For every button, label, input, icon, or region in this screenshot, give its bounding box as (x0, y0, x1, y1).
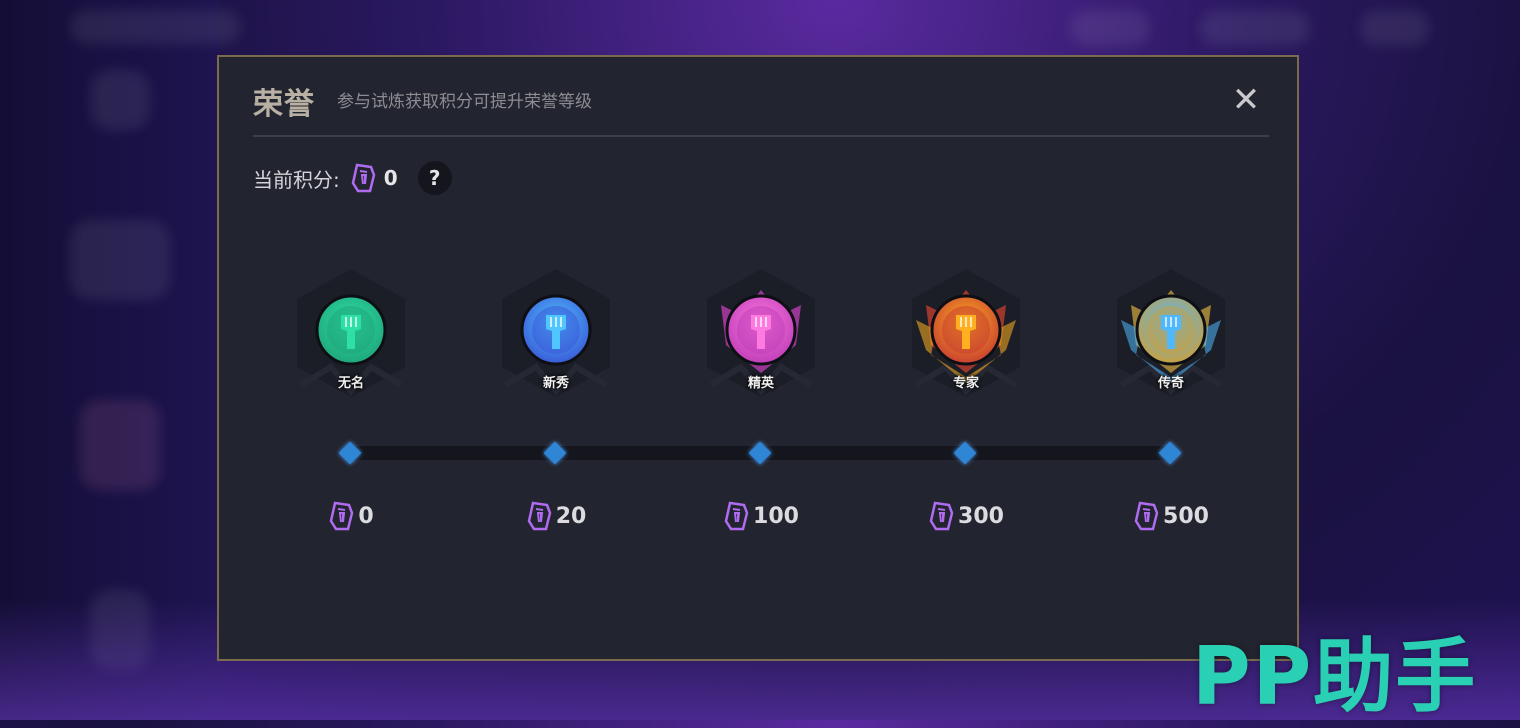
background-blur-shape (90, 70, 150, 130)
tier-marker (338, 441, 362, 465)
trophy-point-icon (929, 501, 954, 531)
trophy-point-icon (724, 501, 749, 531)
tier-emblem-icon (916, 290, 1016, 383)
background-blur-shape (70, 220, 170, 300)
tier-item[interactable]: 传奇 500 (1091, 267, 1251, 537)
trophy-point-icon (1134, 501, 1159, 531)
background-blur-shape (70, 10, 240, 44)
tier-requirement: 300 (886, 501, 1046, 531)
tier-requirement: 500 (1091, 501, 1251, 531)
current-score-label: 当前积分: (253, 167, 340, 192)
tier-requirement: 100 (681, 501, 841, 531)
tier-requirement: 0 (271, 501, 431, 531)
tier-item[interactable]: 无名 0 (271, 267, 431, 537)
question-icon: ? (428, 166, 441, 190)
tier-marker (543, 441, 567, 465)
tier-marker (1158, 441, 1182, 465)
tier-requirement: 20 (476, 501, 636, 531)
tier-emblem-icon (1121, 290, 1221, 383)
watermark: PP助手 (1192, 630, 1478, 723)
background-blur-shape (1200, 10, 1310, 46)
tier-requirement-value: 0 (358, 503, 374, 529)
trophy-point-icon (351, 163, 376, 193)
trophy-point-icon (330, 501, 354, 531)
tier-requirement-value: 20 (555, 503, 587, 529)
tier-marker (953, 441, 977, 465)
tier-name: 无名 (337, 376, 364, 391)
help-button[interactable]: ? (417, 161, 452, 195)
dialog-title: 荣誉 (253, 87, 315, 122)
trophy-point-icon (527, 501, 551, 531)
tier-name: 传奇 (1157, 376, 1184, 391)
background-blur-shape (80, 400, 160, 490)
tier-name: 精英 (747, 376, 774, 391)
tier-item[interactable]: 精英 100 (681, 267, 841, 537)
tier-requirement-value: 300 (958, 503, 1004, 529)
tier-emblem-icon (721, 290, 801, 373)
background-blur-shape (1070, 10, 1150, 46)
current-score-value: 0 (383, 166, 398, 190)
tier-requirement-value: 500 (1163, 503, 1209, 529)
background-blur-shape (1360, 10, 1430, 46)
tier-marker (748, 441, 772, 465)
dialog-subtitle: 参与试炼获取积分可提升荣誉等级 (337, 92, 592, 112)
close-icon: ✕ (1231, 80, 1261, 120)
tier-emblem-icon (520, 294, 592, 366)
tier-item[interactable]: 专家 300 (886, 267, 1046, 537)
honor-dialog: 荣誉 参与试炼获取积分可提升荣誉等级 ✕ 当前积分: 0 ? 无名 0 新秀 20 精英… (217, 55, 1299, 661)
current-score-row: 当前积分: 0 ? (253, 161, 452, 195)
tier-name: 新秀 (542, 376, 569, 391)
tier-name: 专家 (952, 376, 979, 391)
tier-emblem-icon (315, 294, 387, 366)
divider (253, 135, 1269, 137)
tier-item[interactable]: 新秀 20 (476, 267, 636, 537)
close-button[interactable]: ✕ (1225, 79, 1267, 121)
tier-requirement-value: 100 (753, 503, 799, 529)
